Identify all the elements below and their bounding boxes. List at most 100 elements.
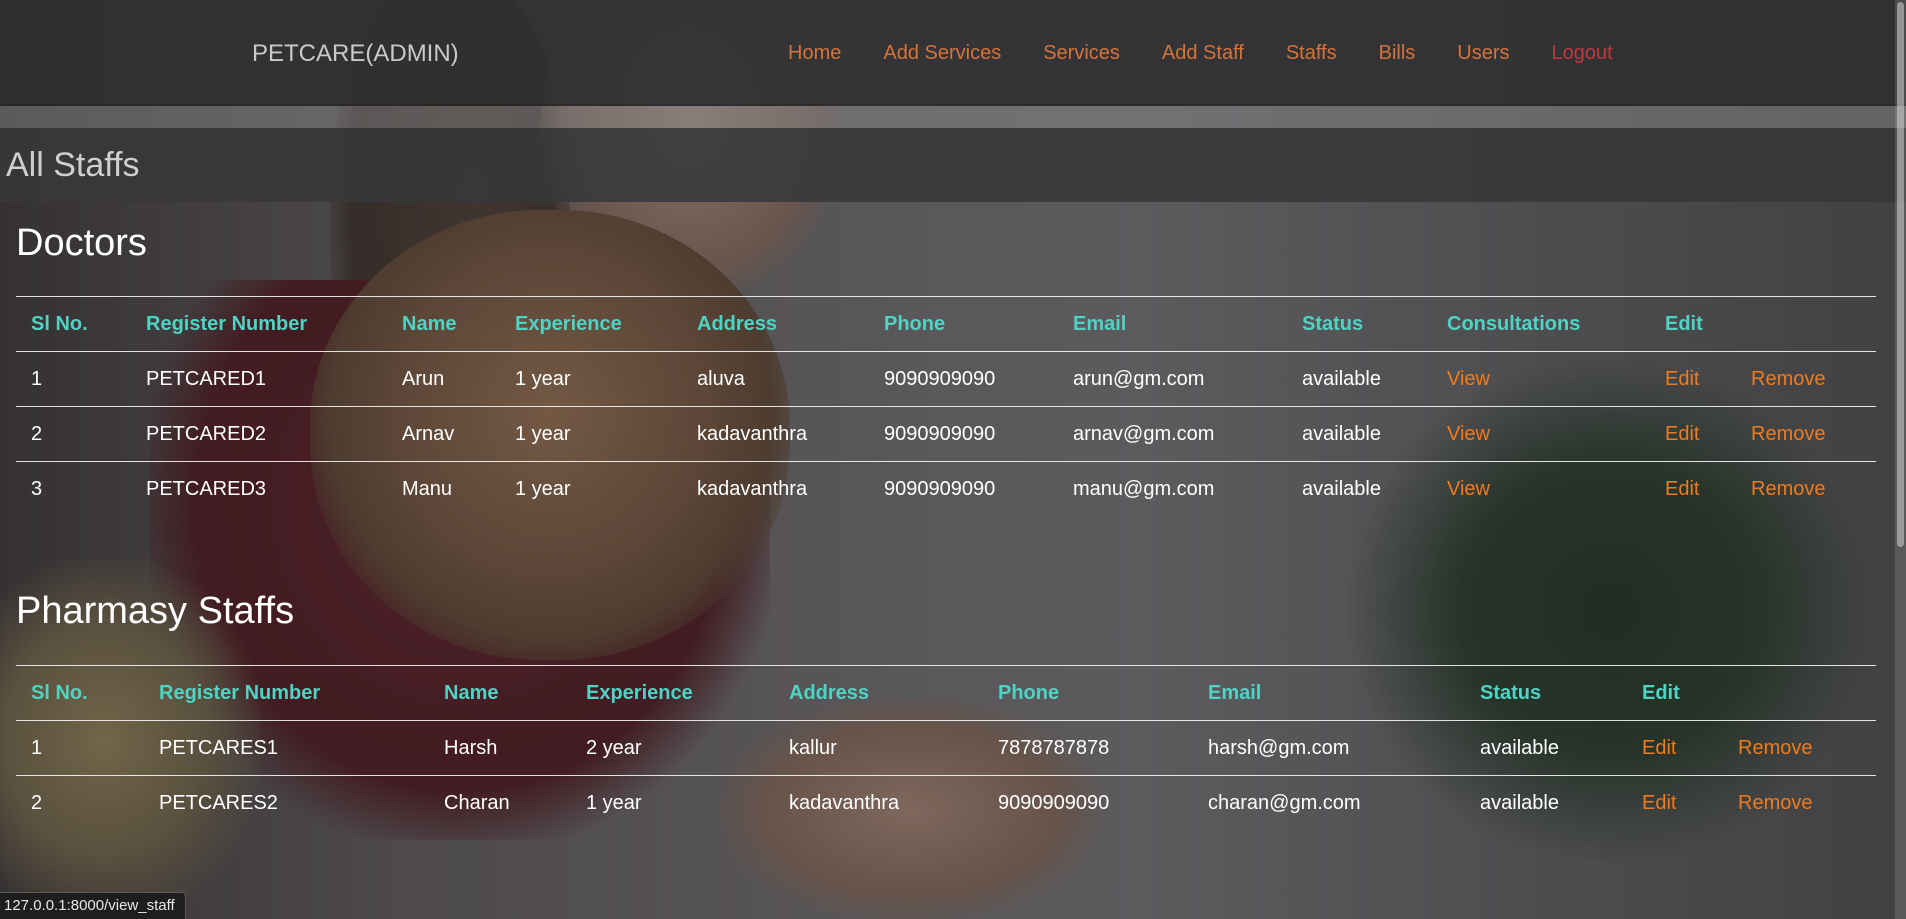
cell-addr: kadavanthra (697, 422, 808, 445)
divider-band (0, 106, 1906, 128)
nav-logout[interactable]: Logout (1552, 42, 1613, 65)
col-remove (1723, 666, 1876, 721)
cell-sl: 1 (31, 367, 43, 390)
table-header-row: Sl No. Register Number Name Experience A… (16, 296, 1876, 352)
cell-exp: 1 year (515, 367, 571, 390)
edit-link[interactable]: Edit (1665, 423, 1699, 445)
col-email: Email (1073, 312, 1127, 335)
col-register-number: Register Number (159, 681, 321, 704)
cell-phone: 9090909090 (884, 367, 996, 390)
cell-addr: aluva (697, 367, 745, 390)
pharmacy-heading: Pharmasy Staffs (16, 590, 295, 632)
page: PETCARE(ADMIN) Home Add Services Service… (0, 0, 1906, 814)
cell-phone: 9090909090 (884, 477, 996, 500)
cell-reg: PETCARED2 (146, 422, 267, 445)
cell-name: Arun (402, 367, 445, 390)
cell-status: available (1480, 736, 1559, 759)
col-status: Status (1302, 312, 1364, 335)
status-bar-url: 127.0.0.1:8000/view_staff (0, 892, 186, 919)
cell-email: harsh@gm.com (1208, 736, 1350, 759)
cell-addr: kadavanthra (697, 477, 808, 500)
cell-exp: 1 year (515, 422, 571, 445)
remove-link[interactable]: Remove (1751, 368, 1825, 390)
col-remove (1736, 297, 1876, 352)
nav-services[interactable]: Services (1043, 42, 1120, 65)
scrollbar-thumb[interactable] (1897, 2, 1904, 547)
nav-links: Home Add Services Services Add Staff Sta… (788, 42, 1655, 65)
cell-name: Charan (444, 791, 510, 814)
title-bar: All Staffs (0, 128, 1906, 202)
cell-name: Arnav (402, 422, 455, 445)
col-experience: Experience (586, 681, 693, 704)
table-header-row: Sl No. Register Number Name Experience A… (16, 665, 1876, 721)
cell-reg: PETCARES1 (159, 736, 278, 759)
col-register-number: Register Number (146, 312, 308, 335)
brand-title[interactable]: PETCARE(ADMIN) (252, 40, 459, 68)
cell-exp: 2 year (586, 736, 642, 759)
cell-addr: kallur (789, 736, 837, 759)
cell-reg: PETCARED1 (146, 367, 267, 390)
col-sl-no: Sl No. (31, 312, 88, 335)
col-status: Status (1480, 681, 1542, 704)
table-row: 1 PETCARES1 Harsh 2 year kallur 78787878… (16, 720, 1876, 776)
edit-link[interactable]: Edit (1642, 792, 1676, 814)
col-consultations: Consultations (1447, 312, 1581, 335)
view-consultations-link[interactable]: View (1447, 478, 1490, 500)
cell-name: Harsh (444, 736, 498, 759)
col-sl-no: Sl No. (31, 681, 88, 704)
pharmacy-table: Sl No. Register Number Name Experience A… (16, 665, 1876, 830)
cell-sl: 3 (31, 477, 43, 500)
edit-link[interactable]: Edit (1665, 368, 1699, 390)
nav-staffs[interactable]: Staffs (1286, 42, 1337, 65)
col-email: Email (1208, 681, 1262, 704)
cell-sl: 2 (31, 422, 43, 445)
nav-add-staff[interactable]: Add Staff (1162, 42, 1244, 65)
remove-link[interactable]: Remove (1738, 737, 1812, 759)
table-row: 2 PETCARES2 Charan 1 year kadavanthra 90… (16, 775, 1876, 831)
nav-home[interactable]: Home (788, 42, 841, 65)
cell-phone: 9090909090 (998, 791, 1110, 814)
cell-name: Manu (402, 477, 453, 500)
table-row: 3 PETCARED3 Manu 1 year kadavanthra 9090… (16, 461, 1876, 517)
remove-link[interactable]: Remove (1738, 792, 1812, 814)
cell-status: available (1480, 791, 1559, 814)
edit-link[interactable]: Edit (1665, 478, 1699, 500)
navbar: PETCARE(ADMIN) Home Add Services Service… (0, 0, 1906, 106)
view-consultations-link[interactable]: View (1447, 368, 1490, 390)
remove-link[interactable]: Remove (1751, 423, 1825, 445)
table-row: 2 PETCARED2 Arnav 1 year kadavanthra 909… (16, 406, 1876, 462)
cell-sl: 2 (31, 791, 43, 814)
cell-email: charan@gm.com (1208, 791, 1361, 814)
col-address: Address (789, 681, 870, 704)
cell-status: available (1302, 477, 1381, 500)
col-experience: Experience (515, 312, 622, 335)
doctors-table: Sl No. Register Number Name Experience A… (16, 296, 1876, 516)
cell-email: arnav@gm.com (1073, 422, 1215, 445)
cell-addr: kadavanthra (789, 791, 900, 814)
col-edit: Edit (1665, 312, 1703, 335)
cell-exp: 1 year (586, 791, 642, 814)
edit-link[interactable]: Edit (1642, 737, 1676, 759)
nav-bills[interactable]: Bills (1379, 42, 1416, 65)
col-name: Name (402, 312, 457, 335)
col-phone: Phone (998, 681, 1060, 704)
cell-email: arun@gm.com (1073, 367, 1205, 390)
cell-status: available (1302, 367, 1381, 390)
cell-phone: 9090909090 (884, 422, 996, 445)
view-consultations-link[interactable]: View (1447, 423, 1490, 445)
nav-add-services[interactable]: Add Services (883, 42, 1001, 65)
cell-reg: PETCARED3 (146, 477, 267, 500)
col-name: Name (444, 681, 499, 704)
nav-users[interactable]: Users (1457, 42, 1509, 65)
cell-email: manu@gm.com (1073, 477, 1215, 500)
table-row: 1 PETCARED1 Arun 1 year aluva 9090909090… (16, 351, 1876, 407)
col-edit: Edit (1642, 681, 1680, 704)
cell-phone: 7878787878 (998, 736, 1110, 759)
vertical-scrollbar[interactable] (1895, 0, 1906, 919)
cell-reg: PETCARES2 (159, 791, 278, 814)
cell-sl: 1 (31, 736, 43, 759)
cell-exp: 1 year (515, 477, 571, 500)
remove-link[interactable]: Remove (1751, 478, 1825, 500)
cell-status: available (1302, 422, 1381, 445)
col-phone: Phone (884, 312, 946, 335)
